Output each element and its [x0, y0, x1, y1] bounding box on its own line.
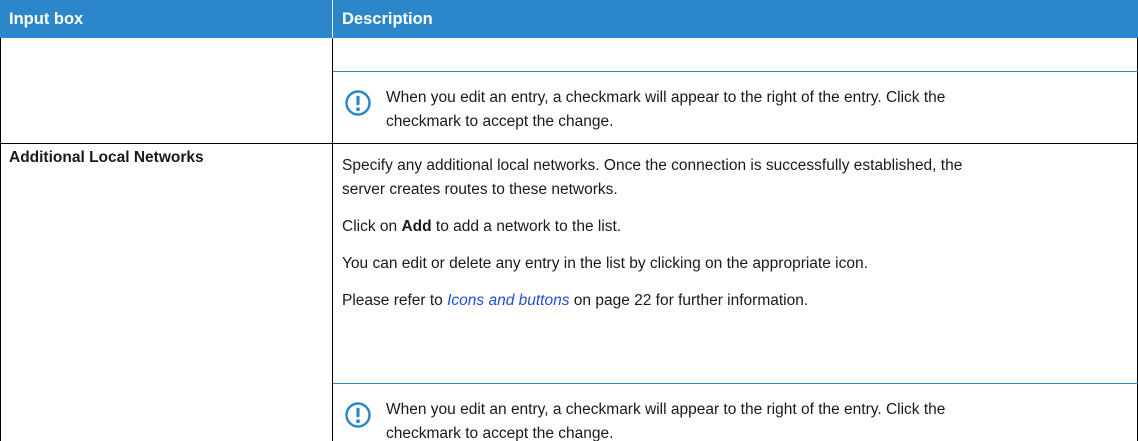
note-text-line: checkmark to accept the change.: [386, 425, 614, 441]
row-label-additional-local-networks: Additional Local Networks: [9, 149, 204, 166]
add-instruction-prefix: Click on: [342, 218, 402, 235]
reference-prefix: Please refer to: [342, 292, 448, 309]
note-text-line: When you edit an entry, a checkmark will…: [386, 401, 946, 418]
note-top-rule: [333, 383, 1138, 384]
add-keyword: Add: [401, 218, 432, 235]
row-separator: [0, 143, 1138, 144]
table-column-divider: [332, 38, 333, 441]
table-header-row: Input box Description: [0, 0, 1138, 38]
add-instruction-suffix: to add a network to the list.: [431, 218, 622, 235]
exclamation-circle-icon: [345, 90, 371, 116]
icons-and-buttons-link[interactable]: Icons and buttons: [447, 292, 569, 309]
column-header-input-box: Input box: [9, 10, 84, 28]
note-top-rule: [333, 71, 1138, 72]
exclamation-circle-icon: [345, 402, 371, 428]
description-text-line: Specify any additional local networks. O…: [342, 157, 963, 174]
reference-text: Please refer to Icons and buttons on pag…: [342, 289, 808, 313]
edit-delete-text: You can edit or delete any entry in the …: [342, 255, 868, 272]
parameter-table: Input box Description When you edit an e…: [0, 0, 1138, 441]
note-text-line: When you edit an entry, a checkmark will…: [386, 89, 946, 106]
add-instruction: Click on Add to add a network to the lis…: [342, 215, 621, 239]
note-text-line: checkmark to accept the change.: [386, 113, 614, 130]
table-border-left: [0, 38, 1, 441]
reference-suffix: on page 22 for further information.: [569, 292, 809, 309]
header-divider: [332, 0, 333, 38]
column-header-description: Description: [342, 10, 433, 28]
description-text-line: server creates routes to these networks.: [342, 181, 618, 198]
